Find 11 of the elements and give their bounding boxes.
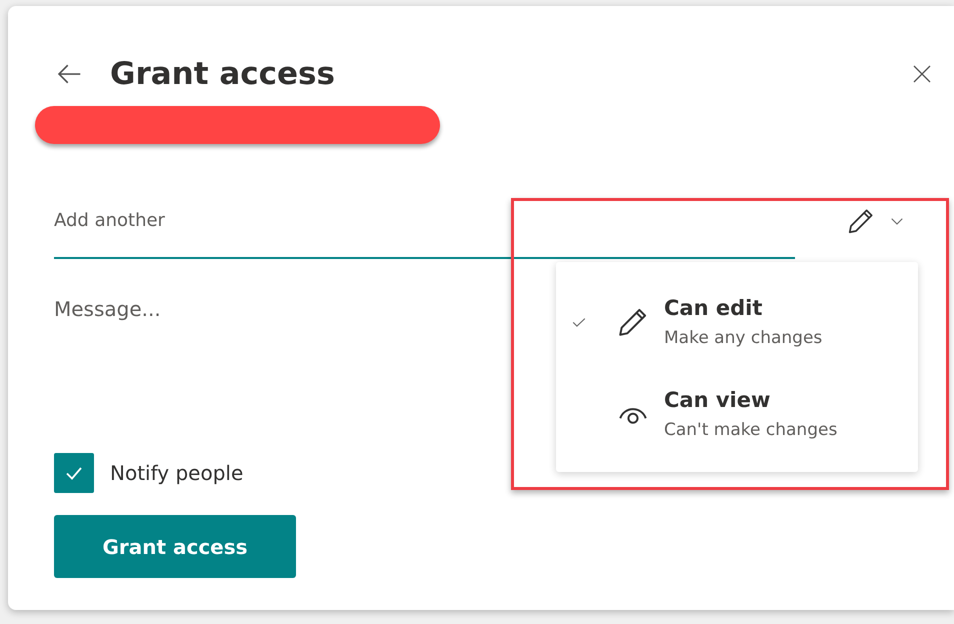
notify-checkbox[interactable] [54, 453, 94, 493]
permission-option[interactable]: Can edit Make any changes [556, 276, 918, 368]
permission-option[interactable]: Can view Can't make changes [556, 368, 918, 460]
dialog-title: Grant access [110, 56, 335, 92]
option-description: Can't make changes [664, 420, 838, 440]
option-title: Can edit [664, 296, 764, 320]
notify-label: Notify people [110, 461, 244, 485]
option-title: Can view [664, 388, 772, 412]
option-description: Make any changes [664, 328, 822, 348]
recipient-field[interactable]: Add another [54, 210, 795, 259]
grant-access-button[interactable]: Grant access [54, 515, 296, 578]
